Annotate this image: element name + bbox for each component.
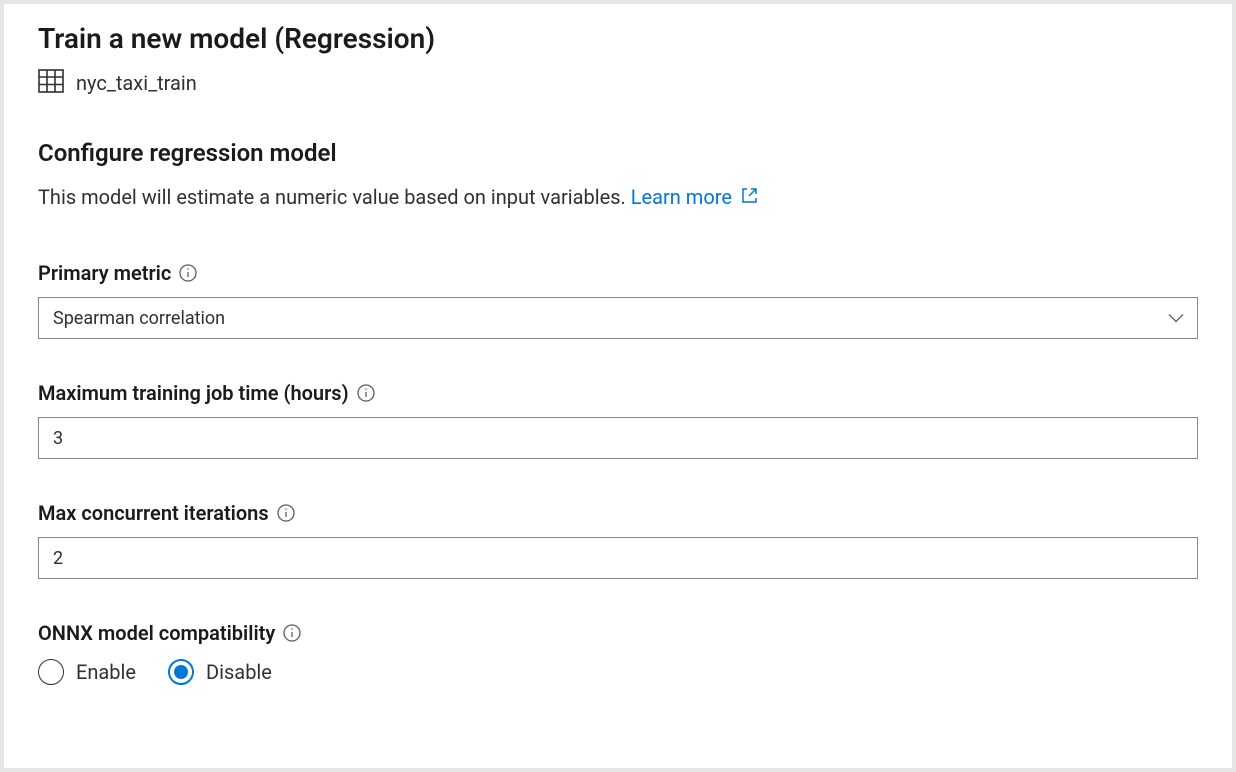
- max-training-time-label-text: Maximum training job time (hours): [38, 381, 349, 405]
- onnx-field: ONNX model compatibility Enable Disable: [38, 621, 1198, 685]
- max-concurrent-label: Max concurrent iterations: [38, 501, 1198, 525]
- info-icon[interactable]: [277, 504, 295, 522]
- radio-circle-icon: [38, 659, 64, 685]
- info-icon[interactable]: [283, 624, 301, 642]
- onnx-enable-radio[interactable]: Enable: [38, 659, 136, 685]
- dataset-name: nyc_taxi_train: [76, 71, 197, 95]
- learn-more-link[interactable]: Learn more: [631, 185, 758, 209]
- max-concurrent-field: Max concurrent iterations: [38, 501, 1198, 579]
- primary-metric-field: Primary metric: [38, 261, 1198, 339]
- primary-metric-label-text: Primary metric: [38, 261, 171, 285]
- section-description: This model will estimate a numeric value…: [38, 185, 1198, 209]
- learn-more-text: Learn more: [631, 185, 732, 209]
- onnx-disable-radio[interactable]: Disable: [168, 659, 272, 685]
- section-description-text: This model will estimate a numeric value…: [38, 185, 626, 209]
- max-training-time-field: Maximum training job time (hours): [38, 381, 1198, 459]
- dataset-row: nyc_taxi_train: [38, 69, 1198, 97]
- configure-panel: Train a new model (Regression) nyc_taxi_…: [4, 4, 1232, 768]
- max-concurrent-label-text: Max concurrent iterations: [38, 501, 269, 525]
- onnx-label-text: ONNX model compatibility: [38, 621, 275, 645]
- primary-metric-label: Primary metric: [38, 261, 1198, 285]
- primary-metric-select[interactable]: [38, 297, 1198, 339]
- max-concurrent-input[interactable]: [38, 537, 1198, 579]
- page-title: Train a new model (Regression): [38, 22, 1198, 55]
- section-heading: Configure regression model: [38, 139, 1198, 167]
- onnx-disable-label: Disable: [206, 660, 272, 684]
- info-icon[interactable]: [357, 384, 375, 402]
- onnx-label: ONNX model compatibility: [38, 621, 1198, 645]
- info-icon[interactable]: [179, 264, 197, 282]
- onnx-enable-label: Enable: [76, 660, 136, 684]
- primary-metric-select-wrap: [38, 297, 1198, 339]
- table-icon: [38, 69, 64, 97]
- max-training-time-input[interactable]: [38, 417, 1198, 459]
- max-training-time-label: Maximum training job time (hours): [38, 381, 1198, 405]
- radio-circle-selected-icon: [168, 659, 194, 685]
- radio-dot-icon: [174, 665, 188, 679]
- onnx-radio-group: Enable Disable: [38, 659, 1198, 685]
- external-link-icon: [741, 185, 758, 209]
